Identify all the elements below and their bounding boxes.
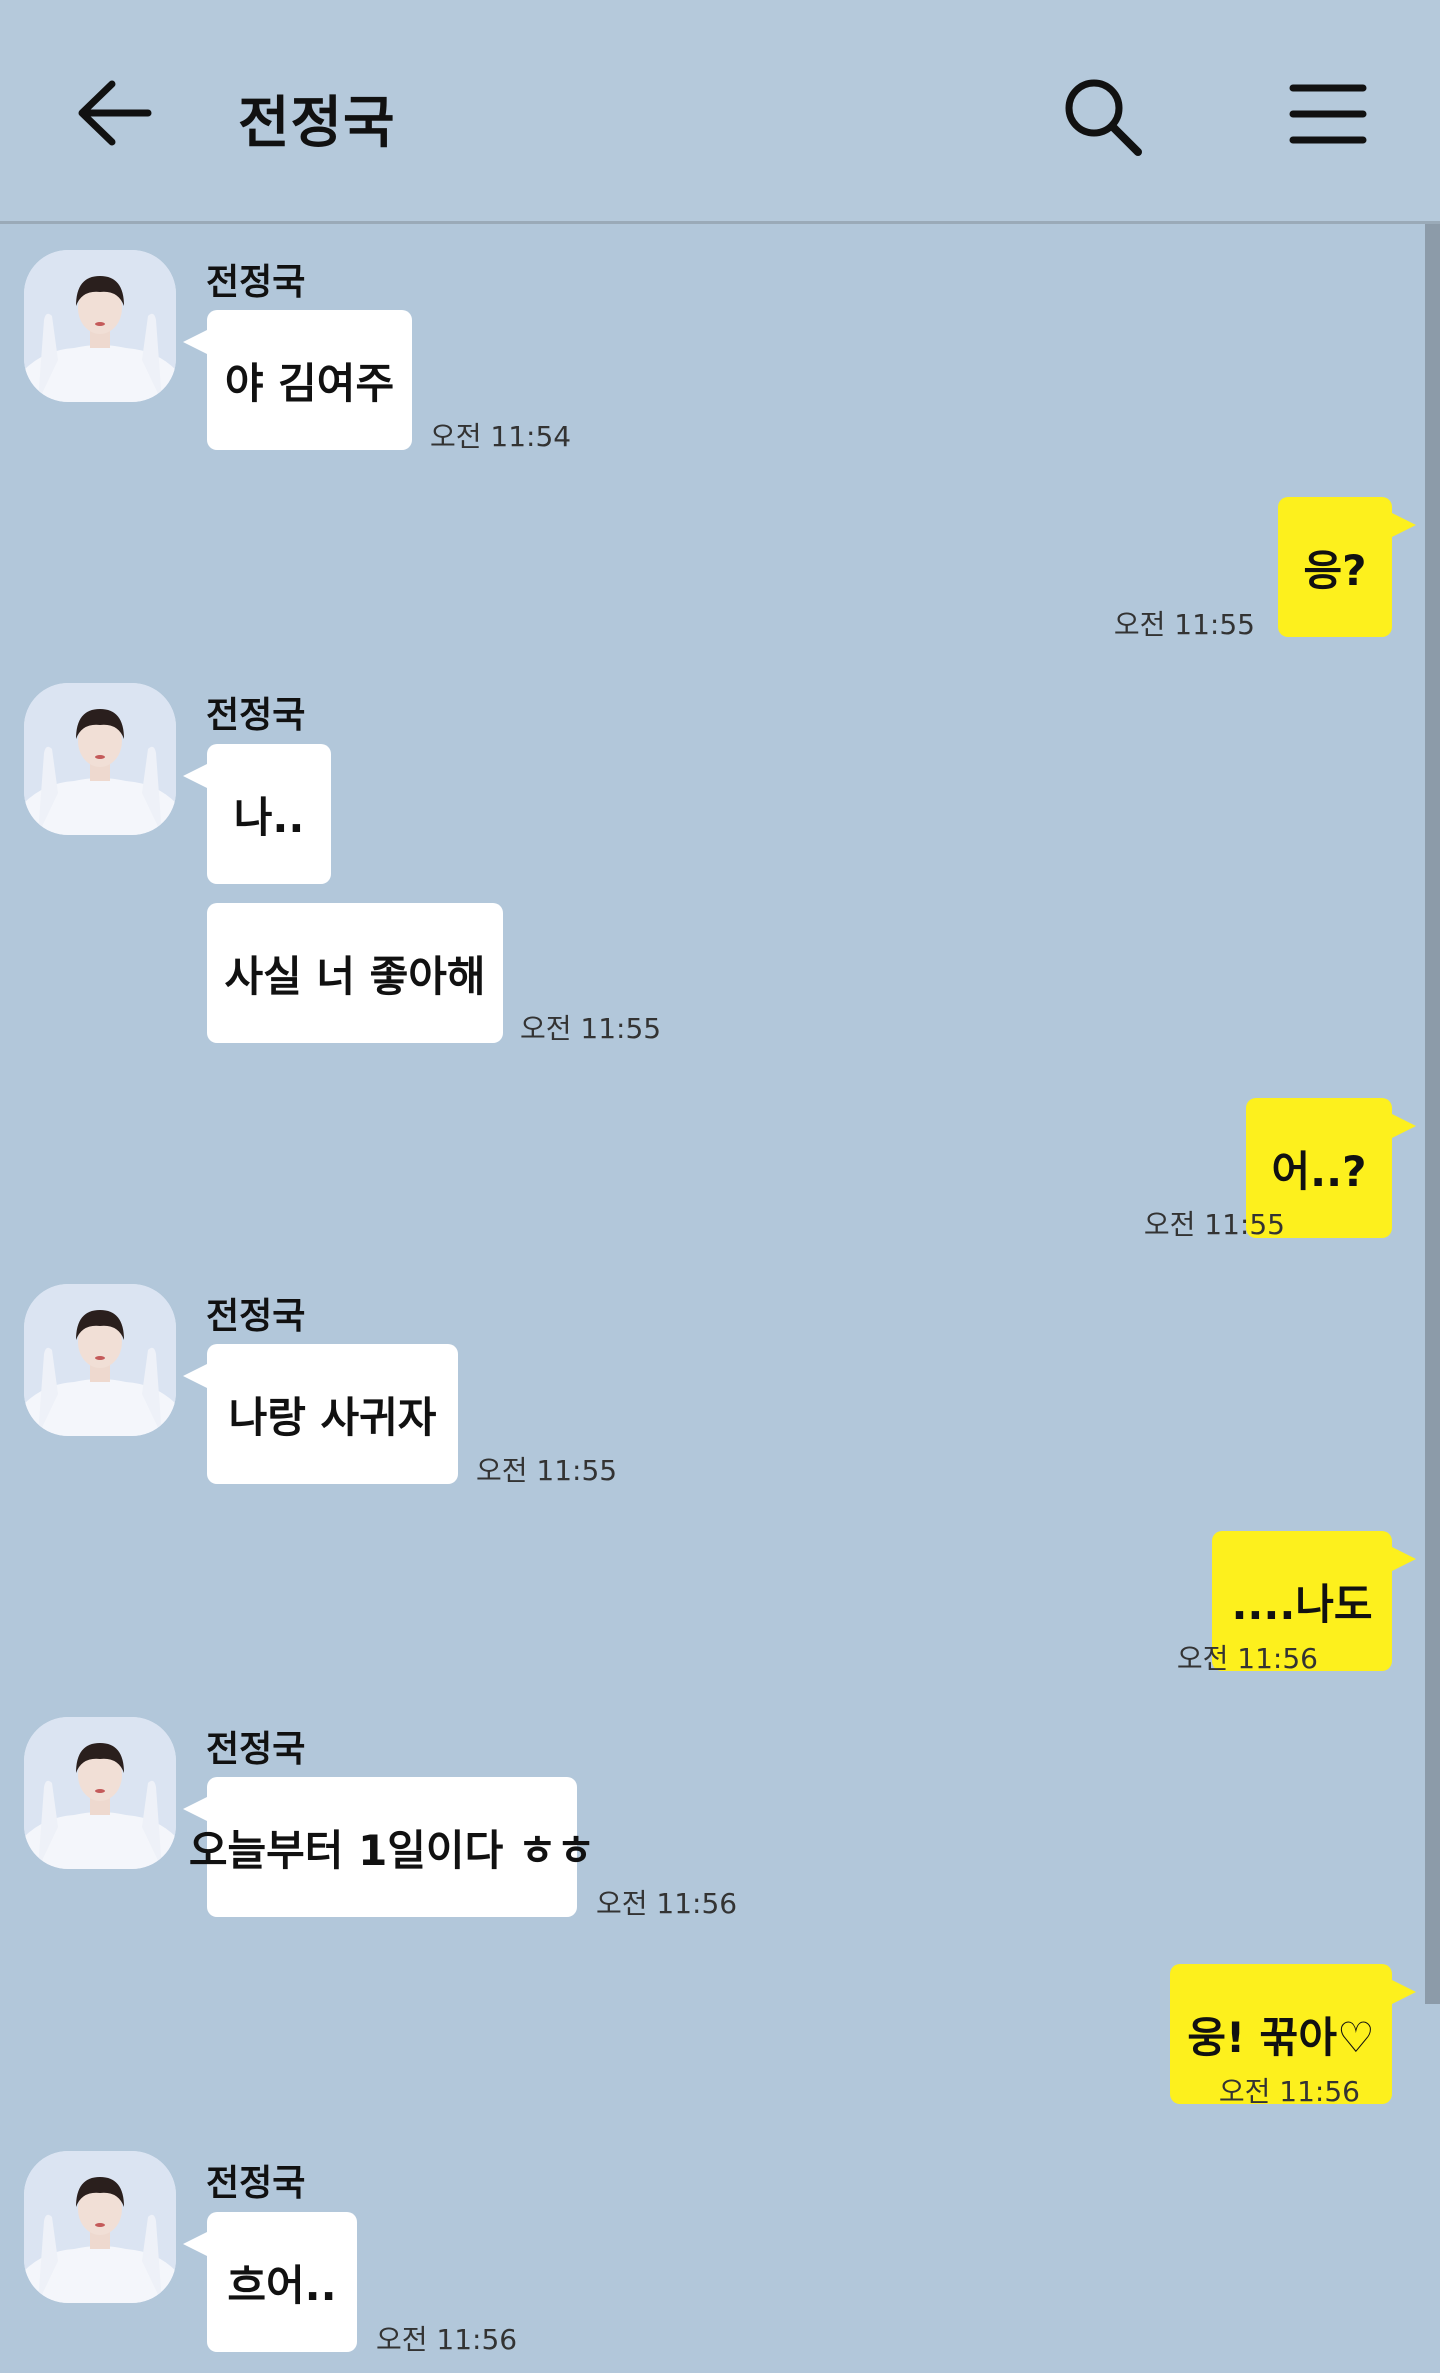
sender-name: 전정국 [206,2163,306,2204]
received-message-bubble[interactable]: 오늘부터 1일이다 ㅎㅎ [189,1777,595,1917]
search-icon [1065,79,1142,156]
avatar[interactable] [24,683,176,835]
message-timestamp: 오전 11:56 [376,2323,518,2356]
search-button[interactable] [1058,72,1148,162]
sender-name: 전정국 [206,1296,306,1337]
bubble-tail [1388,511,1416,539]
message-timestamp: 오전 11:56 [1218,2075,1360,2108]
message-timestamp: 오전 11:56 [1176,1642,1318,1675]
hamburger-menu-icon [1289,84,1367,144]
avatar[interactable] [24,1717,176,1869]
sender-name: 전정국 [206,1729,306,1770]
message-timestamp: 오전 11:55 [1143,1208,1285,1241]
bubble-tail [1388,1978,1416,2006]
message-timestamp: 오전 11:55 [476,1454,618,1487]
sender-name: 전정국 [206,695,306,736]
message-timestamp: 오전 11:55 [520,1012,662,1045]
received-message-bubble[interactable]: 나랑 사귀자 [207,1344,458,1484]
bubble-tail [1388,1545,1416,1573]
chat-title: 전정국 [238,91,396,156]
avatar[interactable] [24,1284,176,1436]
received-message-bubble[interactable]: 나.. [207,744,331,884]
menu-button[interactable] [1285,74,1371,160]
avatar[interactable] [24,2151,176,2303]
received-message-bubble[interactable]: 사실 너 좋아해 [207,903,503,1043]
sender-name: 전정국 [206,262,306,303]
arrow-left-icon [78,80,152,146]
message-timestamp: 오전 11:54 [430,420,572,453]
received-message-bubble[interactable]: 흐어.. [207,2212,357,2352]
message-timestamp: 오전 11:55 [1113,608,1255,641]
back-button[interactable] [70,70,160,160]
sent-message-bubble[interactable]: 응? [1278,497,1392,637]
message-timestamp: 오전 11:56 [596,1887,738,1920]
received-message-bubble[interactable]: 야 김여주 [207,310,412,450]
bubble-tail [1388,1112,1416,1140]
avatar[interactable] [24,250,176,402]
chat-header: 전정국 [0,0,1440,224]
